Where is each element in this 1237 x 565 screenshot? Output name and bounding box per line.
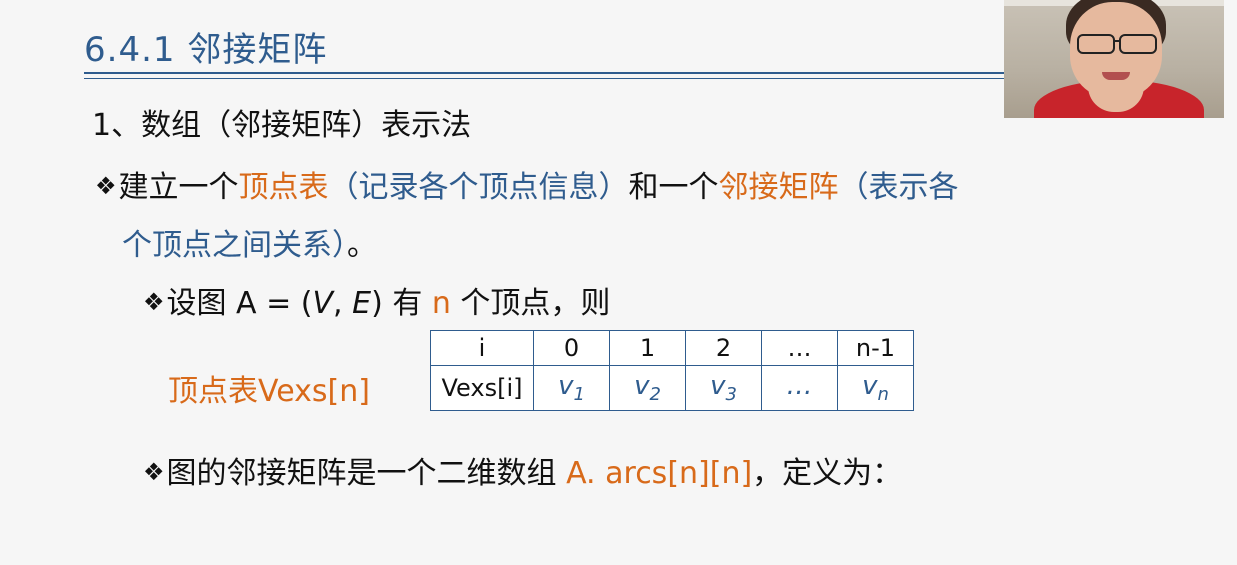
text: 个顶点，则 xyxy=(450,286,611,321)
bullet-1-line-2: 个顶点之间关系）。 xyxy=(122,220,377,264)
table-cell: n-1 xyxy=(837,330,914,366)
text: 建立一个 xyxy=(118,170,239,205)
text: , xyxy=(333,286,353,321)
table-cell: v2 xyxy=(609,365,686,411)
vertex-subscript: n xyxy=(877,384,889,406)
glasses-bridge xyxy=(1114,40,1120,42)
vexs-table: i 0 1 2 … n-1 Vexs[i] v1 v2 v3 … vn xyxy=(430,330,914,411)
var-v: V xyxy=(312,286,334,321)
glasses-icon xyxy=(1119,34,1157,54)
vertex-name: v xyxy=(862,370,878,401)
diamond-bullet-icon: ❖ xyxy=(143,458,165,486)
bullet-3: ❖图的邻接矩阵是一个二维数组 A. arcs[n][n]，定义为： xyxy=(143,448,902,492)
text: （表示各 xyxy=(838,170,959,205)
vertex-name: v xyxy=(634,370,650,401)
vertex-subscript: 3 xyxy=(725,384,737,406)
table-row: i 0 1 2 … n-1 xyxy=(430,330,914,366)
vertex-name: v xyxy=(558,370,574,401)
term-adjacency-matrix: 邻接矩阵 xyxy=(718,170,839,205)
text: 和一个 xyxy=(628,170,719,205)
diamond-bullet-icon: ❖ xyxy=(143,288,165,316)
vertex-name: … xyxy=(786,370,813,401)
text: 图的邻接矩阵是一个二维数组 xyxy=(166,456,567,491)
table-cell: 0 xyxy=(533,330,610,366)
bullet-1-line-1: ❖建立一个顶点表（记录各个顶点信息）和一个邻接矩阵（表示各 xyxy=(95,162,959,206)
table-cell: v3 xyxy=(685,365,762,411)
slide-title: 6.4.1 邻接矩阵 xyxy=(84,30,328,70)
text: ，定义为： xyxy=(752,456,903,491)
presenter-webcam xyxy=(1004,0,1224,118)
table-cell: i xyxy=(430,330,534,366)
vertex-subscript: 2 xyxy=(649,384,661,406)
table-cell: Vexs[i] xyxy=(430,365,534,411)
table-cell: vn xyxy=(837,365,914,411)
glasses-icon xyxy=(1077,34,1115,54)
table-cell: v1 xyxy=(533,365,610,411)
diamond-bullet-icon: ❖ xyxy=(95,172,117,200)
text: （记录各个顶点信息） xyxy=(328,170,629,205)
section-heading: 1、数组（邻接矩阵）表示法 xyxy=(92,108,472,143)
table-cell: … xyxy=(761,330,838,366)
var-n: n xyxy=(431,286,451,321)
vertex-subscript: 1 xyxy=(573,384,585,406)
term-vertex-table: 顶点表 xyxy=(238,170,329,205)
bullet-2: ❖设图 A = (V, E) 有 n 个顶点，则 xyxy=(143,278,610,322)
text: 个顶点之间关系） xyxy=(122,228,347,263)
text: 设图 A = ( xyxy=(166,286,313,321)
table-cell: 1 xyxy=(609,330,686,366)
vexs-label: 顶点表Vexs[n] xyxy=(168,374,370,409)
presenter-mouth xyxy=(1102,72,1130,80)
table-row: Vexs[i] v1 v2 v3 … vn xyxy=(430,365,914,411)
var-e: E xyxy=(352,286,372,321)
title-underline-thin xyxy=(84,78,1004,79)
code-arcs: A. arcs[n][n] xyxy=(566,456,753,491)
vertex-name: v xyxy=(710,370,726,401)
text: ) 有 xyxy=(371,286,432,321)
table-cell: 2 xyxy=(685,330,762,366)
table-cell: … xyxy=(761,365,838,411)
title-underline xyxy=(84,72,1004,74)
text: 。 xyxy=(347,228,377,263)
